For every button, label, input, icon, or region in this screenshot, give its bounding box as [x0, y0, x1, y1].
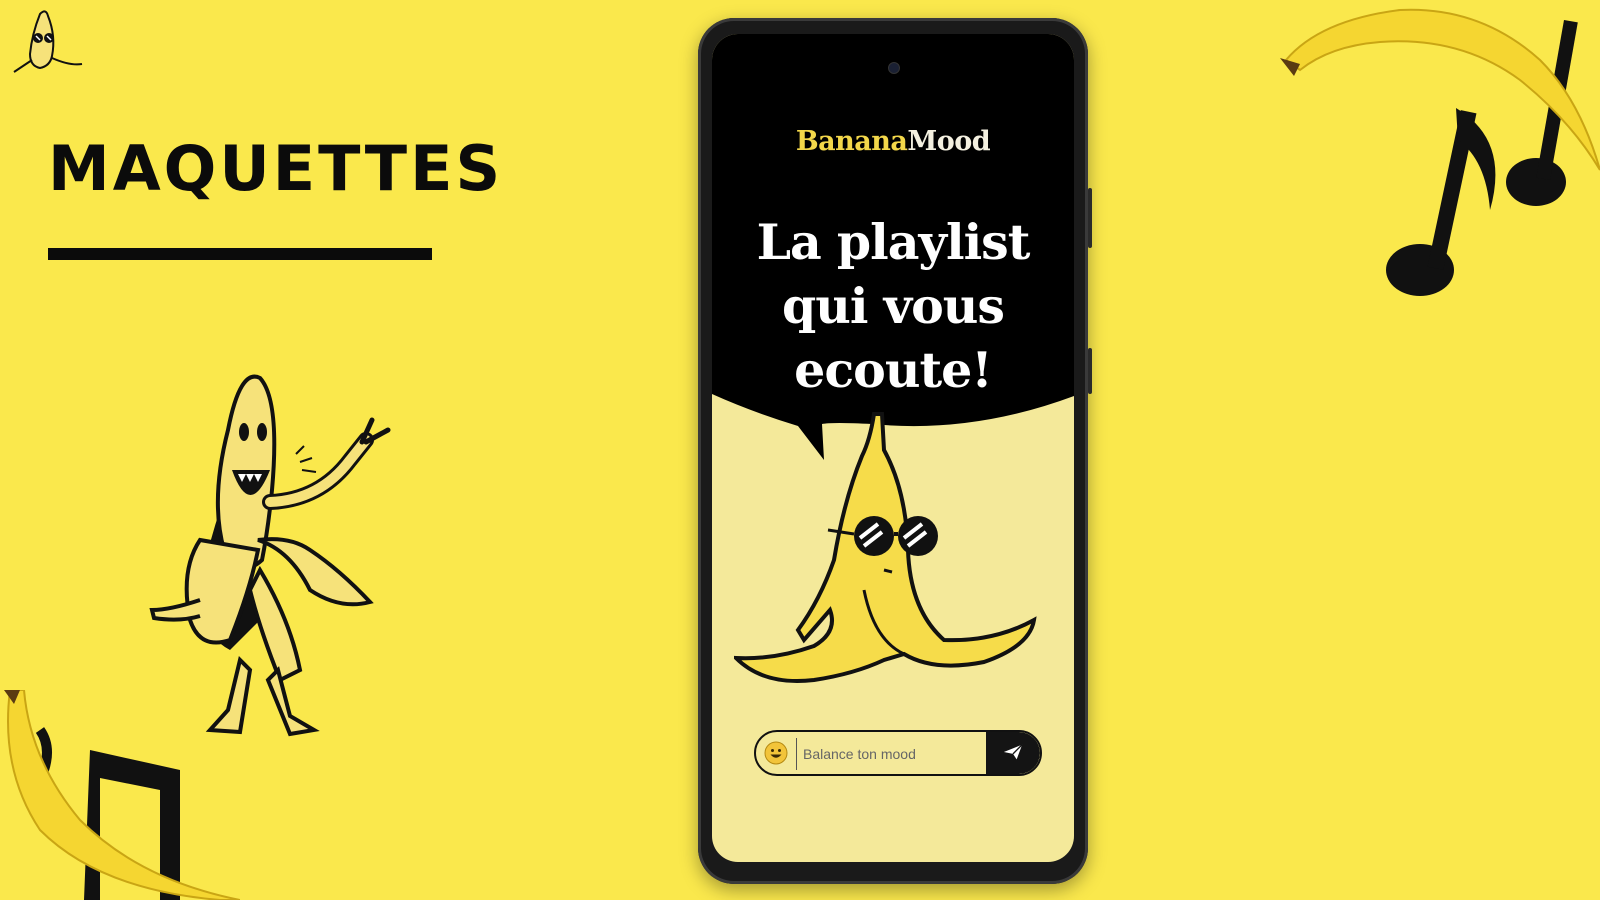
title-underline	[48, 248, 432, 260]
phone-volume-button	[1088, 188, 1092, 248]
app-logo-part2: Mood	[907, 126, 991, 157]
paper-plane-icon	[1003, 743, 1023, 759]
mood-text-input[interactable]	[796, 738, 985, 770]
phone-mockup: BananaMood La playlist qui vous ecoute!	[698, 18, 1092, 884]
headline-line-2: qui vous	[782, 277, 1005, 335]
smiley-face-icon[interactable]	[764, 741, 788, 765]
headline-line-1: La playlist	[756, 213, 1031, 271]
hero-headline: La playlist qui vous ecoute!	[712, 210, 1074, 402]
phone-power-button	[1088, 348, 1092, 394]
front-camera	[888, 62, 900, 74]
banana-music-notes-decoration	[1280, 8, 1600, 296]
headline-line-3: ecoute!	[794, 341, 993, 399]
app-logo: BananaMood	[712, 126, 1074, 157]
mood-input-bar	[754, 730, 1042, 776]
app-logo-part1: Banana	[795, 126, 908, 157]
send-button[interactable]	[986, 732, 1040, 774]
corner-banana-logo	[13, 10, 83, 73]
slide-title: MAQUETTES	[48, 132, 504, 205]
app-screen: BananaMood La playlist qui vous ecoute!	[712, 34, 1074, 862]
banana-music-notes-decoration-bottom	[4, 690, 240, 900]
sunglasses-banana-mascot	[734, 412, 1037, 684]
